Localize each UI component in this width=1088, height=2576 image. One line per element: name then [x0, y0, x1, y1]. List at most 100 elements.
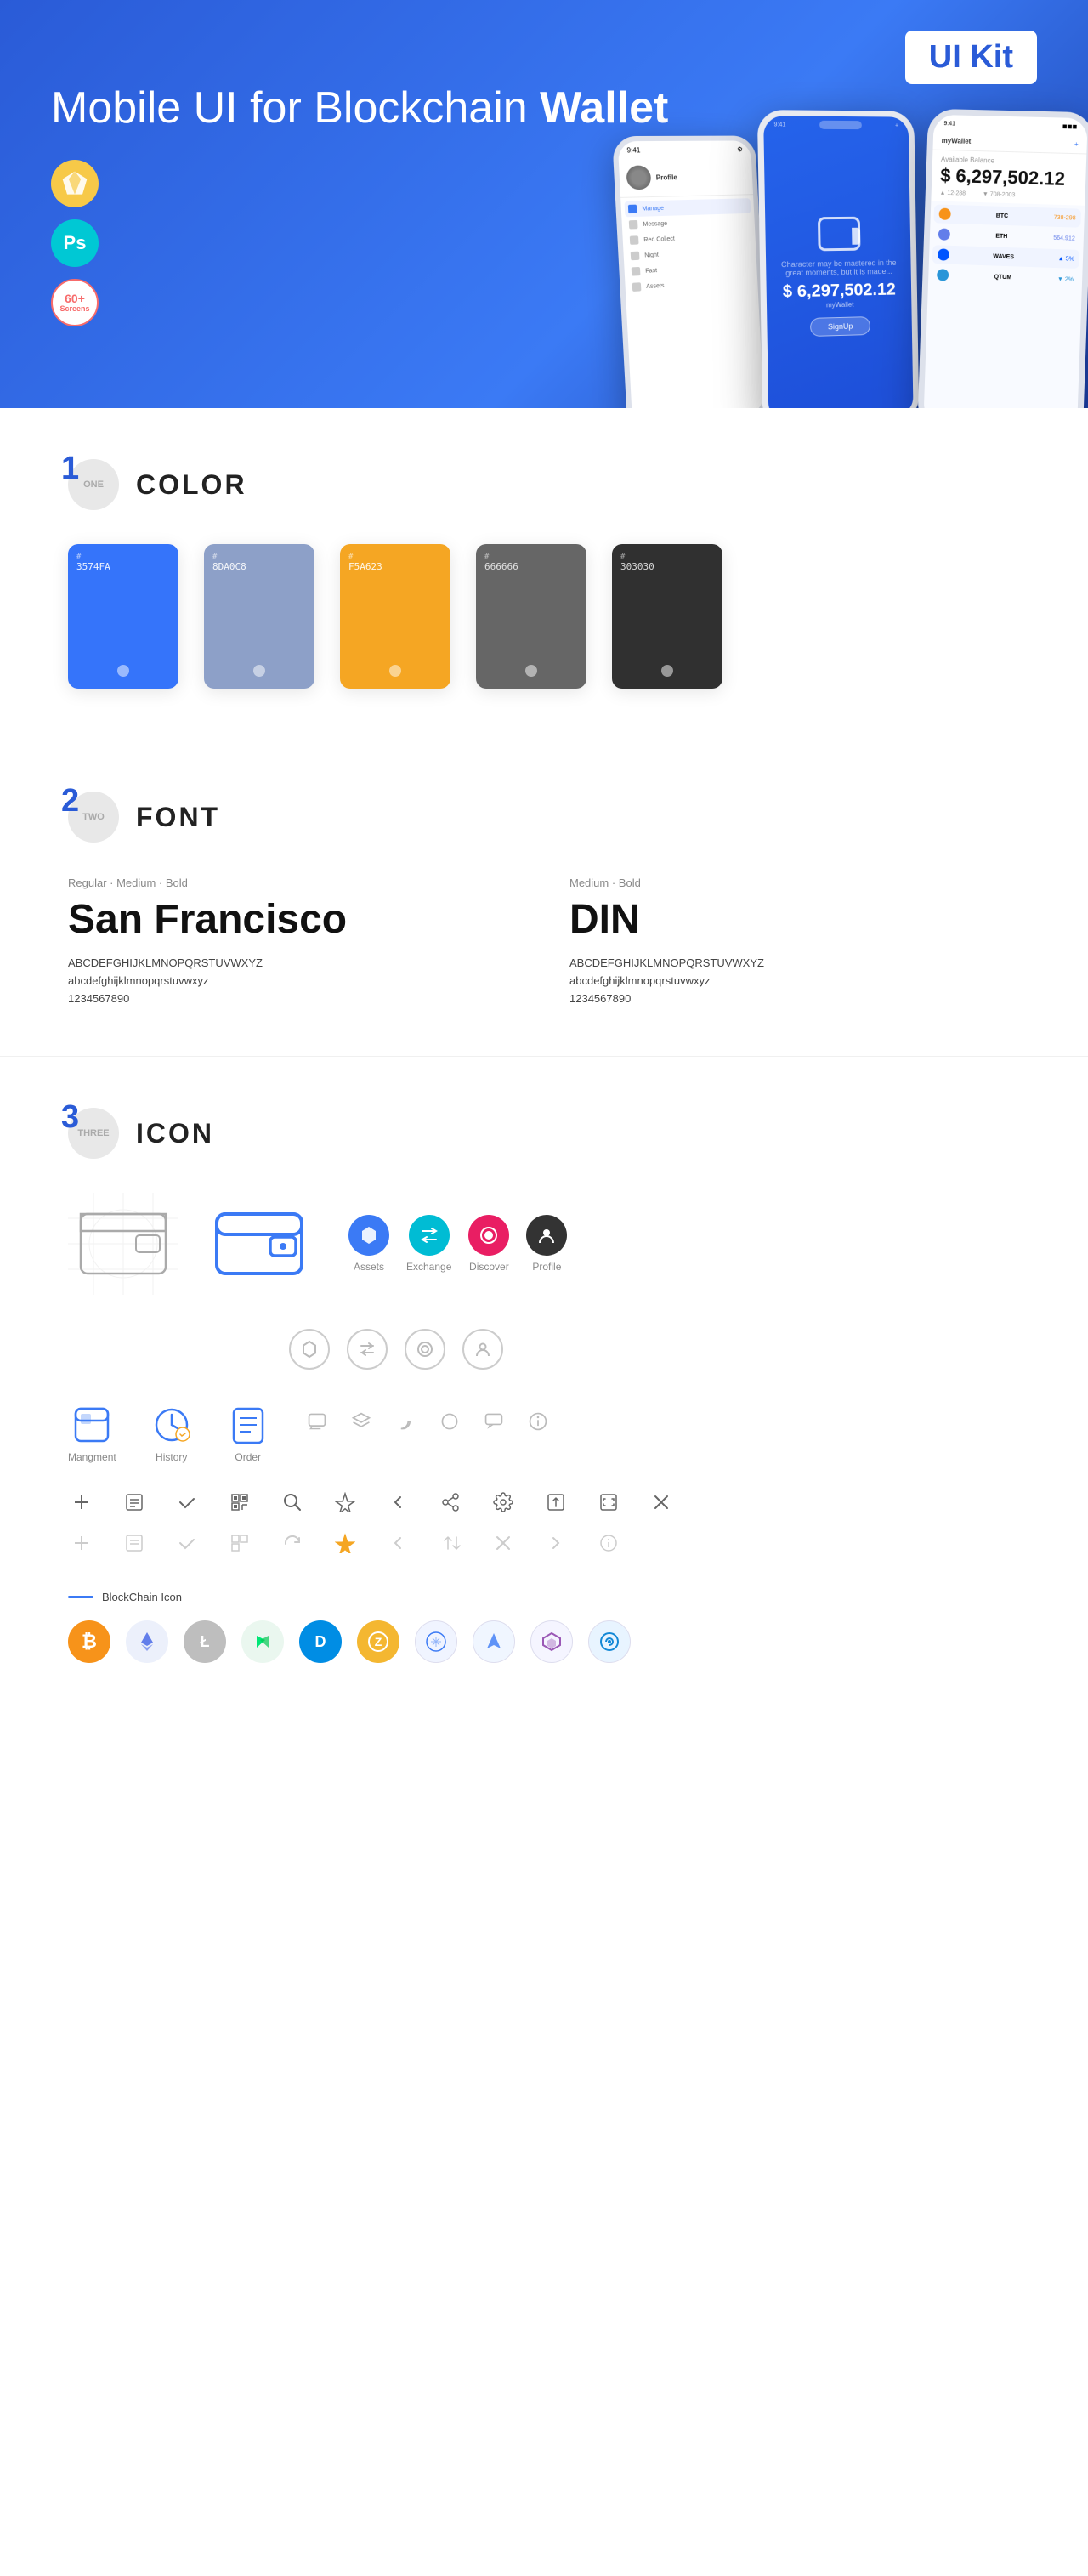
discover-icon [468, 1215, 509, 1256]
list-icon [121, 1489, 148, 1516]
info-icon [524, 1408, 552, 1435]
menu-items: Manage Message Red Collect Night [620, 195, 758, 298]
icon-construction-row: Assets Exchange Discove [68, 1193, 1020, 1295]
history-icon [150, 1404, 193, 1446]
litecoin-icon: Ł [184, 1620, 226, 1663]
star-active-icon [332, 1529, 359, 1557]
ps-badge: Ps [51, 219, 99, 267]
phone-back-content: Profile Manage Message Red Collect [619, 157, 764, 408]
back-icon[interactable] [384, 1489, 411, 1516]
blockchain-line [68, 1596, 94, 1598]
swatch-gray: #666666 [476, 544, 586, 689]
history-label: History [156, 1451, 187, 1463]
order-label: Order [235, 1451, 261, 1463]
svg-text:Z: Z [375, 1635, 382, 1648]
menu-icon [628, 205, 638, 213]
close-icon[interactable] [648, 1489, 675, 1516]
nav-icons-row: Mangment History Order [68, 1404, 1020, 1463]
top-nav-icons: Assets Exchange Discove [348, 1215, 567, 1273]
upload-icon [542, 1489, 570, 1516]
iota-icon [415, 1620, 457, 1663]
management-label: Mangment [68, 1451, 116, 1463]
signup-button[interactable]: SignUp [810, 316, 871, 337]
share-icon[interactable] [437, 1489, 464, 1516]
menu-icon [632, 267, 641, 276]
font-sf-name: San Francisco [68, 896, 518, 943]
history-icon-item: History [150, 1404, 193, 1463]
avatar [626, 165, 651, 190]
num-circle-2: 2 TWO [68, 792, 119, 843]
cancel-ghost-icon [490, 1529, 517, 1557]
phone-main: 9:41 + Character may be mastered in the … [757, 110, 920, 408]
wallet-wireframe-icon [68, 1193, 178, 1295]
profile-icon-item: Profile [526, 1215, 567, 1273]
eth-dot [938, 228, 950, 240]
circle-icon [436, 1408, 463, 1435]
info-ghost-icon [595, 1529, 622, 1557]
chat-icon [303, 1408, 331, 1435]
font-sf-lower: abcdefghijklmnopqrstuvwxyz [68, 974, 518, 987]
neo-icon [241, 1620, 284, 1663]
speech-icon [480, 1408, 507, 1435]
zcash-icon: Z [357, 1620, 400, 1663]
ark-icon [473, 1620, 515, 1663]
font-sf-upper: ABCDEFGHIJKLMNOPQRSTUVWXYZ [68, 956, 518, 969]
blockchain-label: BlockChain Icon [68, 1591, 1020, 1603]
font-title: FONT [136, 802, 220, 833]
swatch-darkgray: #303030 [612, 544, 722, 689]
wallet-amount: $ 6,297,502.12 [783, 281, 896, 303]
stratis-icon [588, 1620, 631, 1663]
bitcoin-icon: ₿ [68, 1620, 110, 1663]
assets-label: Assets [354, 1261, 384, 1273]
num-circle-3: 3 THREE [68, 1108, 119, 1159]
font-din-style: Medium · Bold [570, 877, 1020, 889]
settings-icon[interactable] [490, 1489, 517, 1516]
profile-label: Profile [532, 1261, 561, 1273]
layers-icon [348, 1408, 375, 1435]
section-num-color: 1 ONE COLOR [68, 459, 1020, 510]
assets-icon [348, 1215, 389, 1256]
qr-icon [226, 1489, 253, 1516]
forward-ghost-icon [542, 1529, 570, 1557]
ghost-icons-row [289, 1329, 1020, 1370]
discover-label: Discover [469, 1261, 509, 1273]
order-icon-item: Order [227, 1404, 269, 1463]
check-icon [173, 1489, 201, 1516]
search-icon[interactable] [279, 1489, 306, 1516]
font-din-name: DIN [570, 896, 1020, 943]
wallet-filled-icon [212, 1201, 306, 1282]
misc-icons [303, 1404, 552, 1435]
ethereum-icon [126, 1620, 168, 1663]
ghost-profile-icon [462, 1329, 503, 1370]
ghost-discover-icon [405, 1329, 445, 1370]
font-din-lower: abcdefghijklmnopqrstuvwxyz [570, 974, 1020, 987]
num-circle-1: 1 ONE [68, 459, 119, 510]
star-icon [332, 1489, 359, 1516]
swatch-steelblue: #8DA0C8 [204, 544, 314, 689]
font-section: 2 TWO FONT Regular · Medium · Bold San F… [0, 740, 1088, 1056]
section-num-icon: 3 THREE ICON [68, 1108, 1020, 1159]
menu-icon [629, 220, 638, 230]
arrows-ghost-icon [437, 1529, 464, 1557]
assets-icon-item: Assets [348, 1215, 389, 1273]
icon-section: 3 THREE ICON [0, 1056, 1088, 1714]
wallet-label: myWallet [826, 301, 854, 309]
exchange-icon [409, 1215, 450, 1256]
menu-icon [630, 235, 639, 245]
menu-icon [631, 252, 640, 261]
icon-title: ICON [136, 1118, 214, 1149]
refresh-ghost-icon [279, 1529, 306, 1557]
font-grid: Regular · Medium · Bold San Francisco AB… [68, 877, 1020, 1005]
resize-icon [595, 1489, 622, 1516]
coin-row-btc: BTC 738-298 [933, 204, 1081, 227]
coin-list: BTC 738-298 ETH 564.912 WAVES ▲ 5% QTUM … [928, 201, 1085, 294]
filled-wallet-container [212, 1201, 306, 1286]
exchange-icon-item: Exchange [406, 1215, 451, 1273]
back-ghost-icon [384, 1529, 411, 1557]
color-title: COLOR [136, 469, 247, 501]
font-din-upper: ABCDEFGHIJKLMNOPQRSTUVWXYZ [570, 956, 1020, 969]
section-num-font: 2 TWO FONT [68, 792, 1020, 843]
blockchain-text: BlockChain Icon [102, 1591, 182, 1603]
screens-badge: 60+ Screens [51, 279, 99, 326]
balance-amount: $ 6,297,502.12 [940, 165, 1078, 191]
